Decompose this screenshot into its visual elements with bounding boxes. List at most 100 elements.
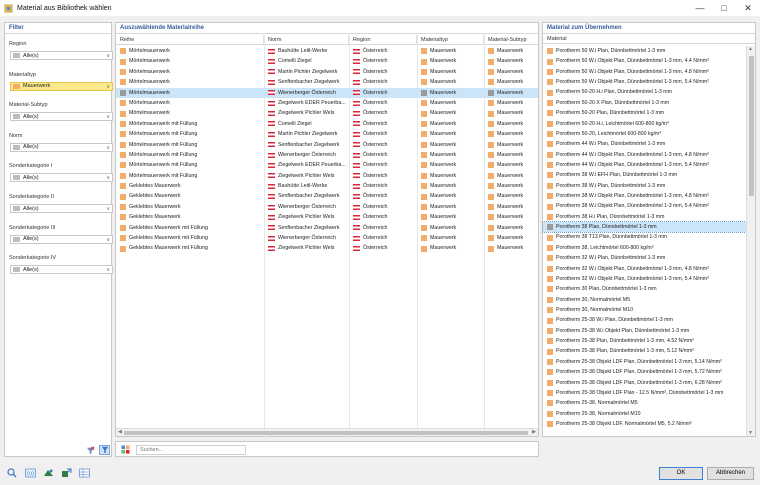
table-row[interactable]: Geklebtes Mauerwerk mit Füllung Senftenba… xyxy=(116,223,538,233)
list-item[interactable]: Porotherm 38 H.i Plan, Dünnbettmörtel 1-… xyxy=(543,212,746,222)
list-item[interactable]: Porotherm 38 T13 Plan, Dünnbettmörtel 1-… xyxy=(543,232,746,242)
column-header-norm[interactable]: Norm xyxy=(264,35,349,45)
horizontal-scrollbar[interactable]: ◀ ▶ xyxy=(116,428,538,436)
filter-dropdown[interactable]: Alle(s) ∨ xyxy=(10,234,113,244)
table-row[interactable]: Geklebtes Mauerwerk Senftenbacher Ziegelw… xyxy=(116,191,538,201)
list-item[interactable]: Porotherm 50-20, Leichtmörtel 600-800 kg… xyxy=(543,129,746,139)
search-icon[interactable] xyxy=(6,467,18,478)
chevron-down-icon[interactable]: ∨ xyxy=(106,174,110,182)
clear-filter-icon[interactable] xyxy=(85,445,96,455)
table-row[interactable]: Geklebtes Mauerwerk mit Füllung Wienerber… xyxy=(116,233,538,243)
scrollbar-thumb[interactable] xyxy=(749,56,754,196)
search-input[interactable] xyxy=(136,445,246,455)
chevron-down-icon[interactable]: ∨ xyxy=(106,113,110,121)
list-item[interactable]: Porotherm 32 W.i Objekt Plan, Dünnbettmö… xyxy=(543,264,746,274)
vertical-scrollbar[interactable]: ▲ ▼ xyxy=(746,46,755,436)
chevron-down-icon[interactable]: ∨ xyxy=(106,266,110,274)
list-item[interactable]: Porotherm 38 Plan, Dünnbettmörtel 1-3 mm xyxy=(542,221,747,234)
table-row[interactable]: Mörtelmauerwerk Senftenbacher Ziegelwerk Ö… xyxy=(116,77,538,87)
list-item[interactable]: Porotherm 25-38 Objekt LDF Plan, Dünnbet… xyxy=(543,378,746,388)
table-row[interactable]: Geklebtes Mauerwerk Ziegelwerk Pichler We… xyxy=(116,212,538,222)
table-row[interactable]: Geklebtes Mauerwerk Bauhütte Leitl-Werke Ö… xyxy=(116,181,538,191)
table-row[interactable]: Mörtelmauerwerk Ziegelwerk EDER Peuerba..… xyxy=(116,98,538,108)
list-item[interactable]: Porotherm 25-38 Objekt LDF Plan, Dünnbet… xyxy=(543,367,746,377)
filter-dropdown[interactable]: Alle(s) ∨ xyxy=(10,173,113,183)
filter-dropdown[interactable]: Mauerwerk ∨ xyxy=(10,81,113,91)
list-item[interactable]: Porotherm 38 W.i EFH Plan, Dünnbettmörte… xyxy=(543,170,746,180)
filter-dropdown[interactable]: Alle(s) ∨ xyxy=(10,51,113,60)
chevron-down-icon[interactable]: ∨ xyxy=(106,144,110,152)
table-icon[interactable] xyxy=(78,467,90,478)
table-row[interactable]: Mörtelmauerwerk mit Füllung Ziegelwerk Pi… xyxy=(116,171,538,181)
list-item[interactable]: Porotherm 44 W.i Objekt Plan, Dünnbettmö… xyxy=(543,160,746,170)
list-item[interactable]: Porotherm 50-20 X Plan, Dünnbettmörtel 1… xyxy=(543,98,746,108)
list-item[interactable]: Porotherm 32 W.i Objekt Plan, Dünnbettmö… xyxy=(543,274,746,284)
list-item[interactable]: Porotherm 38 W.i Plan, Dünnbettmörtel 1-… xyxy=(543,181,746,191)
table-row[interactable]: Geklebtes Mauerwerk mit Füllung Ziegelwer… xyxy=(116,243,538,253)
column-header-reihe[interactable]: Reihe xyxy=(116,35,264,45)
cancel-button[interactable]: Abbrechen xyxy=(707,467,754,480)
list-item[interactable]: Porotherm 25-38 Objekt LDF Plan, Dünnbet… xyxy=(543,357,746,367)
maximize-icon[interactable]: □ xyxy=(712,0,736,16)
list-item[interactable]: Porotherm 44 W.i Objekt Plan, Dünnbettmö… xyxy=(543,150,746,160)
filter-dropdown[interactable]: Alle(s) ∨ xyxy=(10,142,113,152)
chevron-down-icon[interactable]: ∨ xyxy=(106,236,110,244)
list-item[interactable]: Porotherm 50-20 H.i, Leichtmörtel 600-80… xyxy=(543,119,746,129)
table-row[interactable]: Mörtelmauerwerk Ziegelwerk Pichler Wels Ös… xyxy=(116,108,538,118)
search-options-icon[interactable] xyxy=(121,445,130,454)
scroll-right-icon[interactable]: ▶ xyxy=(532,429,536,436)
list-item[interactable]: Porotherm 25-38, Normalmörtel M5 xyxy=(543,398,746,408)
table-row[interactable]: Mörtelmauerwerk mit Füllung Comelli Ziege… xyxy=(116,119,538,129)
table-row[interactable]: Mörtelmauerwerk Bauhütte Leitl-Werke Öster… xyxy=(116,46,538,56)
list-item[interactable]: Porotherm 25-38 Objekt LDF, Normalmörtel… xyxy=(543,419,746,429)
list-item[interactable]: Porotherm 32 W.i Plan, Dünnbettmörtel 1-… xyxy=(543,253,746,263)
table-row[interactable]: Mörtelmauerwerk mit Füllung Ziegelwerk ED… xyxy=(116,160,538,170)
chevron-down-icon[interactable]: ∨ xyxy=(106,83,110,91)
list-item[interactable]: Porotherm 25-38 W.i Objekt Plan, Dünnbet… xyxy=(543,326,746,336)
list-item[interactable]: Porotherm 25-38 Plan, Dünnbettmörtel 1-3… xyxy=(543,346,746,356)
filter-dropdown[interactable]: Alle(s) ∨ xyxy=(10,204,113,213)
close-icon[interactable]: ✕ xyxy=(736,0,760,16)
ok-button[interactable]: OK xyxy=(659,467,703,480)
filter-icon[interactable] xyxy=(99,445,110,455)
list-item[interactable]: Porotherm 50-20 H.i Plan, Dünnbettmörtel… xyxy=(543,87,746,97)
list-item[interactable]: Porotherm 38 W.i Objekt Plan, Dünnbettmö… xyxy=(543,201,746,211)
scroll-down-icon[interactable]: ▼ xyxy=(748,430,753,436)
chevron-down-icon[interactable]: ∨ xyxy=(106,205,110,213)
minimize-icon[interactable]: — xyxy=(688,0,712,16)
list-item[interactable]: Porotherm 50-20 Plan, Dünnbettmörtel 1-3… xyxy=(543,108,746,118)
list-item[interactable]: Porotherm 25-38, Normalmörtel M10 xyxy=(543,409,746,419)
column-header-materialtyp[interactable]: Materialtyp xyxy=(417,35,484,45)
chevron-down-icon[interactable]: ∨ xyxy=(106,52,110,60)
table-row[interactable]: Mörtelmauerwerk Wienerberger Österreich Ös… xyxy=(116,87,538,98)
table-row[interactable]: Geklebtes Mauerwerk Wienerberger Österrei… xyxy=(116,202,538,212)
list-item[interactable]: Porotherm 30, Normalmörtel M5 xyxy=(543,295,746,305)
list-item[interactable]: Porotherm 50 W.i Plan, Dünnbettmörtel 1-… xyxy=(543,46,746,56)
list-item[interactable]: Porotherm 38 W.i Objekt Plan, Dünnbettmö… xyxy=(543,191,746,201)
list-item[interactable]: Porotherm 25-38 W.i Plan, Dünnbettmörtel… xyxy=(543,315,746,325)
list-item[interactable]: Porotherm 30, Normalmörtel M10 xyxy=(543,305,746,315)
filter-dropdown[interactable]: Alle(s) ∨ xyxy=(10,265,113,275)
table-row[interactable]: Mörtelmauerwerk Comelli Ziegel Österreich M… xyxy=(116,56,538,66)
list-item[interactable]: Porotherm 50 W.i Objekt Plan, Dünnbettmö… xyxy=(543,67,746,77)
column-header-material-subtyp[interactable]: Material-Subtyp xyxy=(484,35,538,45)
list-item[interactable]: Porotherm 44 W.i Plan, Dünnbettmörtel 1-… xyxy=(543,139,746,149)
number-format-icon[interactable]: 0.0 xyxy=(24,467,36,478)
scroll-left-icon[interactable]: ◀ xyxy=(118,429,122,436)
table-row[interactable]: Mörtelmauerwerk mit Füllung Senftenbacher… xyxy=(116,140,538,150)
export-icon[interactable] xyxy=(60,467,72,478)
list-item[interactable]: Porotherm 30 Plan, Dünnbettmörtel 1-3 mm xyxy=(543,284,746,294)
column-header-region[interactable]: Region xyxy=(349,35,417,45)
scrollbar-thumb[interactable] xyxy=(124,431,528,435)
material-view-icon[interactable] xyxy=(42,467,54,478)
list-item[interactable]: Porotherm 25-38 Objekt LDF Plan - 12.5 N… xyxy=(543,388,746,398)
list-item[interactable]: Porotherm 50 W.i Objekt Plan, Dünnbettmö… xyxy=(543,56,746,66)
table-row[interactable]: Mörtelmauerwerk mit Füllung Wienerberger … xyxy=(116,150,538,160)
list-item[interactable]: Porotherm 38, Leichtmörtel 600-800 kg/m³ xyxy=(543,243,746,253)
list-item[interactable]: Porotherm 50 W.i Objekt Plan, Dünnbettmö… xyxy=(543,77,746,87)
scroll-up-icon[interactable]: ▲ xyxy=(748,46,753,52)
table-row[interactable]: Mörtelmauerwerk mit Füllung Martin Pichle… xyxy=(116,129,538,139)
table-row[interactable]: Mörtelmauerwerk Martin Pichler Ziegelwerk… xyxy=(116,67,538,77)
filter-dropdown[interactable]: Alle(s) ∨ xyxy=(10,112,113,122)
list-item[interactable]: Porotherm 25-38 Plan, Dünnbettmörtel 1-3… xyxy=(543,336,746,346)
